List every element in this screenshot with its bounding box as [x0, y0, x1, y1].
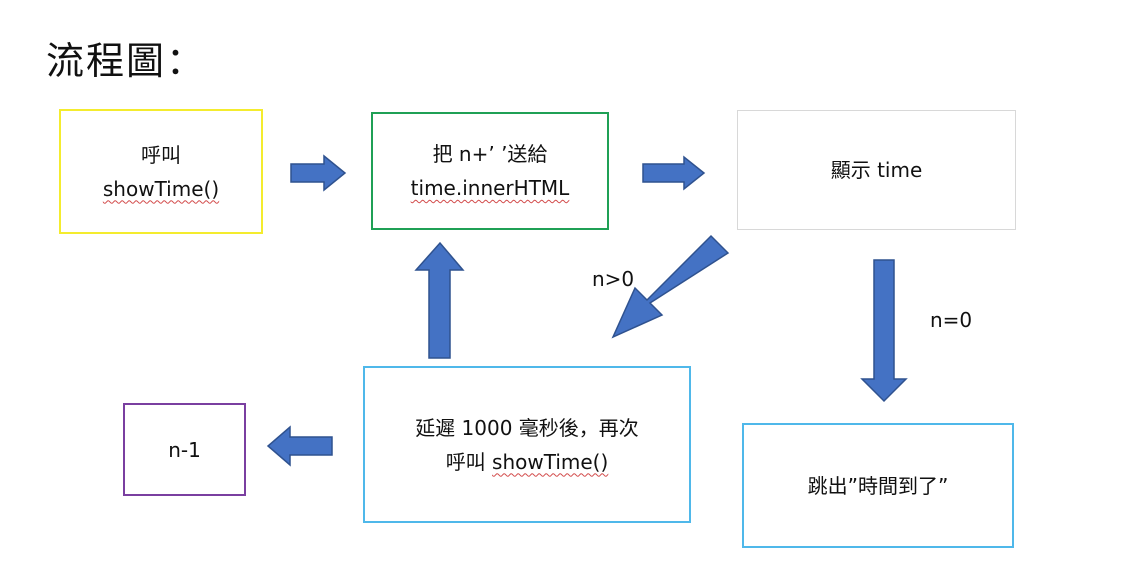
- condition-label-n-equals-zero: n=0: [930, 308, 973, 332]
- arrow-left-delay-to-decrement: [266, 425, 333, 467]
- delay-box-line2-prefix: 呼叫: [445, 449, 493, 474]
- arrow-down-display-to-exit: [860, 259, 908, 403]
- condition-label-n-greater-than-zero: n>0: [592, 267, 635, 291]
- send-box-line1: 把 n+’ ’送給: [432, 142, 548, 166]
- delay-box-line2-code: showTime(): [492, 449, 609, 474]
- page-title: 流程圖：: [46, 39, 207, 83]
- exit-message-box: 跳出”時間到了”: [742, 423, 1014, 548]
- display-box-label: 顯示 time: [830, 158, 923, 182]
- arrow-up-delay-to-send: [414, 241, 465, 359]
- call-box-line2: showTime(): [102, 176, 220, 201]
- decrement-box: n-1: [123, 403, 246, 496]
- delay-box-line2: 呼叫 showTime(): [446, 445, 609, 479]
- exit-box-label: 跳出”時間到了”: [807, 473, 949, 498]
- call-box-line1: 呼叫: [141, 142, 181, 167]
- delay-box-line1: 延遲 1000 毫秒後，再次: [415, 415, 639, 440]
- delay-recall-box: 延遲 1000 毫秒後，再次 呼叫 showTime(): [363, 366, 691, 523]
- send-box-line2: time.innerHTML: [410, 176, 570, 200]
- display-time-box: 顯示 time: [737, 110, 1016, 230]
- arrow-right-send-to-display: [642, 155, 706, 191]
- send-to-innerhtml-box: 把 n+’ ’送給 time.innerHTML: [371, 112, 609, 230]
- arrow-right-call-to-send: [290, 154, 347, 192]
- decrement-box-label: n-1: [168, 437, 201, 462]
- call-showtime-box: 呼叫 showTime(): [59, 109, 263, 234]
- flowchart-canvas: 流程圖： 呼叫 showTime() 把 n+’ ’送給 time.innerH…: [0, 0, 1123, 578]
